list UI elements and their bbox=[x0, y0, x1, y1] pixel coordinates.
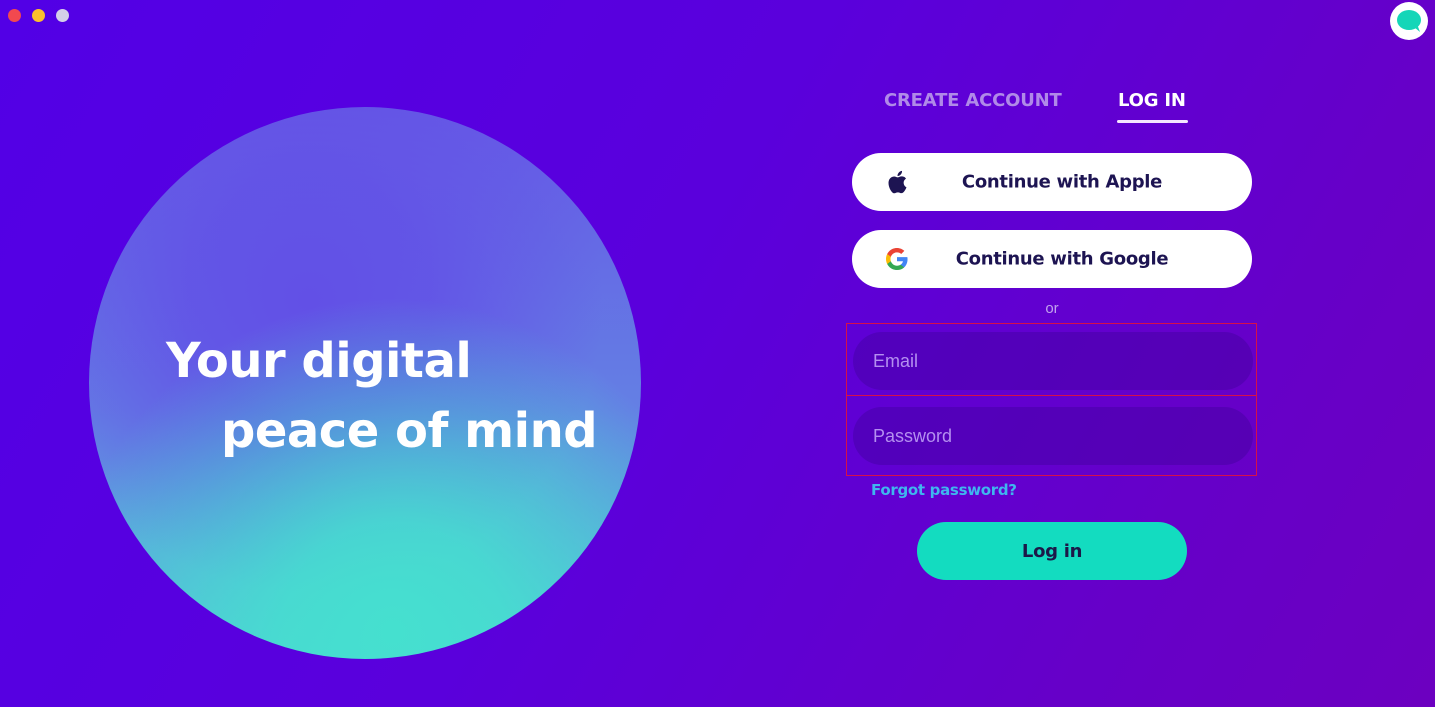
close-window-button[interactable] bbox=[8, 9, 21, 22]
tab-log-in[interactable]: LOG IN bbox=[1118, 90, 1186, 111]
auth-tabs: CREATE ACCOUNT LOG IN bbox=[884, 90, 1204, 126]
continue-with-apple-button[interactable]: Continue with Apple bbox=[852, 153, 1252, 211]
continue-with-google-button[interactable]: Continue with Google bbox=[852, 230, 1252, 288]
email-input[interactable] bbox=[853, 332, 1253, 390]
hero-tagline-line2: peace of mind bbox=[221, 403, 598, 459]
minimize-window-button[interactable] bbox=[32, 9, 45, 22]
chat-bubble-icon bbox=[1397, 10, 1421, 32]
tab-create-account[interactable]: CREATE ACCOUNT bbox=[884, 90, 1062, 111]
log-in-button[interactable]: Log in bbox=[917, 522, 1187, 580]
forgot-password-link[interactable]: Forgot password? bbox=[871, 481, 1017, 499]
active-tab-indicator bbox=[1117, 120, 1188, 123]
apple-button-label: Continue with Apple bbox=[961, 171, 1163, 193]
maximize-window-button[interactable] bbox=[56, 9, 69, 22]
google-button-label: Continue with Google bbox=[955, 248, 1169, 270]
password-input[interactable] bbox=[853, 407, 1253, 465]
hero-tagline-line1: Your digital bbox=[166, 333, 472, 389]
or-divider: or bbox=[1045, 300, 1059, 317]
app-logo-button[interactable] bbox=[1390, 2, 1428, 40]
window-controls bbox=[8, 9, 69, 22]
